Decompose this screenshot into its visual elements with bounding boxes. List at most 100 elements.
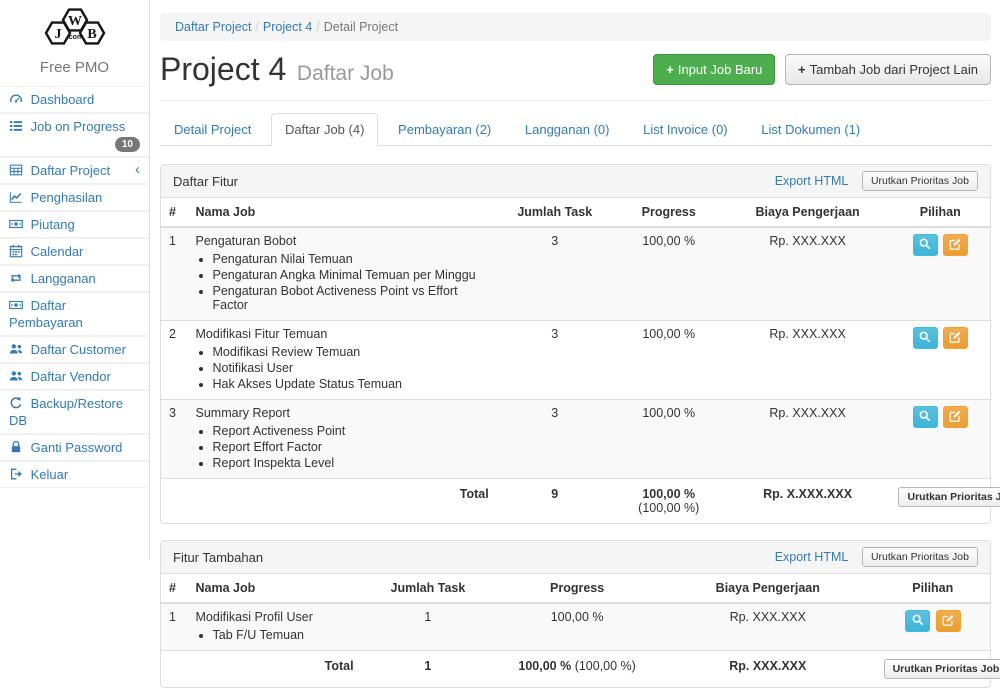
- fitur-tambahan-panel: Fitur Tambahan Export HTML Urutkan Prior…: [160, 540, 991, 688]
- total-label: Total: [188, 651, 362, 688]
- subtask-item: Notifikasi User: [213, 361, 489, 375]
- col-pilihan: Pilihan: [890, 198, 990, 227]
- sidebar-item-dashboard[interactable]: Dashboard: [0, 86, 149, 113]
- table-row: 3 Summary Report Report Activeness Point…: [161, 400, 990, 479]
- sidebar-item-label: Dashboard: [31, 92, 95, 107]
- total-cost: Rp. XXX.XXX: [660, 651, 876, 688]
- subtask-list: Pengaturan Nilai Temuan Pengaturan Angka…: [196, 252, 489, 312]
- view-job-button[interactable]: [913, 234, 938, 256]
- sidebar-item-ganti-password[interactable]: Ganti Password: [0, 434, 149, 461]
- breadcrumb-project-4[interactable]: Project 4: [263, 20, 312, 34]
- tab-pembayaran: Pembayaran (2): [384, 113, 505, 146]
- edit-job-button[interactable]: [943, 406, 968, 428]
- col-biaya-pengerjaan: Biaya Pengerjaan: [725, 198, 891, 227]
- input-job-baru-button[interactable]: +Input Job Baru: [653, 54, 775, 85]
- table-header-row: # Nama Job Jumlah Task Progress Biaya Pe…: [161, 574, 990, 603]
- edit-icon: [948, 330, 962, 344]
- sidebar-item-penghasilan[interactable]: Penghasilan: [0, 184, 149, 211]
- lock-icon: [9, 440, 23, 454]
- job-name: Modifikasi Fitur Temuan: [196, 327, 328, 341]
- urutkan-prioritas-job-button[interactable]: Urutkan Prioritas Job: [884, 659, 1000, 679]
- view-job-button[interactable]: [905, 610, 930, 632]
- page-header: Project 4 Daftar Job +Input Job Baru +Ta…: [160, 51, 991, 101]
- view-job-button[interactable]: [913, 406, 938, 428]
- cost-value: Rp. XXX.XXX: [725, 400, 891, 479]
- page-title: Project 4: [160, 51, 286, 87]
- search-icon: [911, 613, 925, 627]
- sidebar-item-label: Backup/Restore DB: [9, 396, 123, 428]
- breadcrumb-separator: /: [251, 20, 262, 34]
- total-progress-secondary: (100,00 %): [575, 659, 636, 673]
- svg-text:J: J: [54, 27, 61, 42]
- sidebar-item-label: Job on Progress: [31, 119, 126, 134]
- sidebar-item-job-on-progress[interactable]: Job on Progress 10: [0, 113, 149, 157]
- sidebar-item-label: Keluar: [31, 467, 69, 482]
- tab-detail-project: Detail Project: [160, 113, 265, 146]
- progress-value: 100,00 %: [613, 400, 725, 479]
- total-row: Total 1 100,00 % (100,00 %) Rp. XXX.XXX …: [161, 651, 990, 688]
- subtask-item: Tab F/U Temuan: [213, 628, 354, 642]
- sidebar-item-label: Daftar Project: [31, 163, 110, 178]
- total-progress: 100,00 %: [518, 659, 571, 673]
- money-icon: [9, 298, 23, 312]
- sidebar-item-label: Ganti Password: [31, 440, 123, 455]
- urutkan-prioritas-job-button[interactable]: Urutkan Prioritas Job: [862, 547, 978, 567]
- row-number: 2: [161, 321, 188, 400]
- panel-title: Daftar Fitur: [173, 171, 238, 189]
- svg-text:.com: .com: [66, 34, 82, 41]
- sidebar-item-label: Penghasilan: [31, 190, 103, 205]
- sidebar-item-daftar-vendor[interactable]: Daftar Vendor: [0, 363, 149, 390]
- search-icon: [918, 237, 932, 251]
- sidebar-item-daftar-pembayaran[interactable]: Daftar Pembayaran: [0, 292, 149, 336]
- search-icon: [918, 409, 932, 423]
- sidebar-item-langganan[interactable]: Langganan: [0, 265, 149, 292]
- job-name: Modifikasi Profil User: [196, 610, 313, 624]
- table-row: 1 Pengaturan Bobot Pengaturan Nilai Temu…: [161, 227, 990, 321]
- total-cost: Rp. X.XXX.XXX: [725, 479, 891, 524]
- dashboard-icon: [9, 92, 23, 106]
- subtask-list: Tab F/U Temuan: [196, 628, 354, 642]
- subtask-item: Hak Akses Update Status Temuan: [213, 377, 489, 391]
- row-number: 1: [161, 227, 188, 321]
- task-count: 3: [497, 227, 613, 321]
- progress-value: 100,00 %: [613, 227, 725, 321]
- edit-job-button[interactable]: [943, 234, 968, 256]
- edit-job-button[interactable]: [943, 327, 968, 349]
- daftar-fitur-panel: Daftar Fitur Export HTML Urutkan Priorit…: [160, 164, 991, 524]
- tab-langganan: Langganan (0): [511, 113, 624, 146]
- list-icon: [9, 119, 23, 133]
- sidebar-item-keluar[interactable]: Keluar: [0, 461, 149, 488]
- view-job-button[interactable]: [913, 327, 938, 349]
- tambah-job-dari-project-lain-button[interactable]: +Tambah Job dari Project Lain: [785, 54, 991, 85]
- task-count: 3: [497, 400, 613, 479]
- breadcrumb-daftar-project[interactable]: Daftar Project: [175, 20, 251, 34]
- sidebar-item-daftar-project[interactable]: Daftar Project ‹: [0, 157, 149, 184]
- urutkan-prioritas-job-button[interactable]: Urutkan Prioritas Job: [898, 487, 1000, 507]
- export-html-link[interactable]: Export HTML: [775, 174, 849, 188]
- sidebar-item-label: Piutang: [31, 217, 75, 232]
- sidebar-item-backup-restore-db[interactable]: Backup/Restore DB: [0, 390, 149, 434]
- sidebar-item-piutang[interactable]: Piutang: [0, 211, 149, 238]
- breadcrumb: Daftar Project/Project 4/Detail Project: [160, 13, 991, 41]
- app-name: Free PMO: [0, 57, 149, 86]
- col-nama-job: Nama Job: [188, 198, 497, 227]
- sidebar-item-label: Daftar Customer: [31, 342, 126, 357]
- daftar-fitur-heading: Daftar Fitur Export HTML Urutkan Priorit…: [161, 165, 990, 198]
- urutkan-prioritas-job-button[interactable]: Urutkan Prioritas Job: [862, 171, 978, 191]
- breadcrumb-current: Detail Project: [324, 20, 398, 34]
- sidebar-item-calendar[interactable]: Calendar: [0, 238, 149, 265]
- project-tabs: Detail Project Daftar Job (4) Pembayaran…: [160, 113, 991, 146]
- sidebar-item-daftar-customer[interactable]: Daftar Customer: [0, 336, 149, 363]
- daftar-fitur-table: # Nama Job Jumlah Task Progress Biaya Pe…: [161, 198, 990, 523]
- table-header-row: # Nama Job Jumlah Task Progress Biaya Pe…: [161, 198, 990, 227]
- edit-icon: [941, 613, 955, 627]
- subtask-item: Report Activeness Point: [213, 424, 489, 438]
- col-progress: Progress: [494, 574, 660, 603]
- export-html-link[interactable]: Export HTML: [775, 550, 849, 564]
- sidebar: W J B .com Free PMO Dashboard Job on Pro…: [0, 0, 150, 560]
- sign-out-icon: [9, 467, 23, 481]
- edit-job-button[interactable]: [936, 610, 961, 632]
- sidebar-nav: Dashboard Job on Progress 10 Daftar Proj…: [0, 86, 149, 488]
- task-count: 1: [362, 603, 495, 651]
- chevron-left-icon: ‹: [135, 162, 140, 177]
